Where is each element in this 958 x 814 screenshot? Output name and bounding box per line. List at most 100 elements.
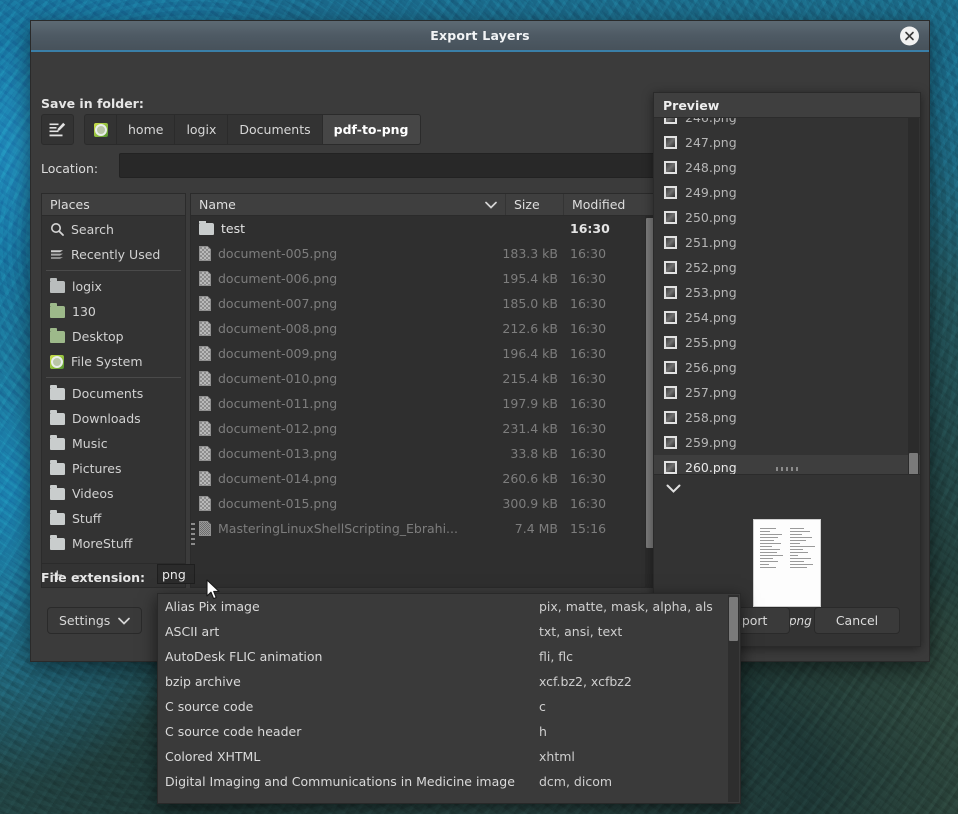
layer-checkbox[interactable] <box>664 386 677 399</box>
list-item[interactable]: 250.png <box>654 205 920 230</box>
file-extension-input[interactable] <box>157 564 195 584</box>
list-item[interactable]: 247.png <box>654 130 920 155</box>
table-row[interactable]: test16:30 <box>191 216 656 241</box>
preview-expander[interactable] <box>654 474 920 500</box>
sidebar-item-pictures[interactable]: Pictures <box>42 456 185 481</box>
sidebar-item-desktop[interactable]: Desktop <box>42 324 185 349</box>
table-row[interactable]: document-009.png196.4 kB16:30 <box>191 341 656 366</box>
folder-lgrey-icon <box>50 413 65 425</box>
dropdown-item[interactable]: Digital Imaging and Communications in Me… <box>158 769 740 794</box>
dropdown-item[interactable]: bzip archivexcf.bz2, xcfbz2 <box>158 669 740 694</box>
list-item[interactable]: 249.png <box>654 180 920 205</box>
cancel-button[interactable]: Cancel <box>814 607 900 634</box>
dropdown-item[interactable]: Colored XHTMLxhtml <box>158 744 740 769</box>
dropdown-item[interactable]: C source code headerh <box>158 719 740 744</box>
layer-checkbox[interactable] <box>664 211 677 224</box>
layer-checkbox[interactable] <box>664 361 677 374</box>
column-header-modified[interactable]: Modified <box>564 194 656 215</box>
breadcrumb-root-drive-icon[interactable] <box>84 114 117 145</box>
list-item[interactable]: 255.png <box>654 330 920 355</box>
table-row[interactable]: document-015.png300.9 kB16:30 <box>191 491 656 516</box>
table-row[interactable]: document-006.png195.4 kB16:30 <box>191 266 656 291</box>
list-item[interactable]: 252.png <box>654 255 920 280</box>
layer-checkbox[interactable] <box>664 286 677 299</box>
list-item[interactable]: 246.png <box>654 118 920 130</box>
table-row[interactable]: document-012.png231.4 kB16:30 <box>191 416 656 441</box>
layer-checkbox[interactable] <box>664 436 677 449</box>
layer-checkbox[interactable] <box>664 186 677 199</box>
dropdown-item-extensions: xhtml <box>539 749 740 764</box>
layers-scrollbar-thumb[interactable] <box>909 453 918 474</box>
type-filename-icon[interactable] <box>41 114 74 145</box>
list-item[interactable]: 259.png <box>654 430 920 455</box>
table-row[interactable]: document-011.png197.9 kB16:30 <box>191 391 656 416</box>
file-modified-cell: 16:30 <box>564 346 656 361</box>
list-item[interactable]: 256.png <box>654 355 920 380</box>
list-item[interactable]: 251.png <box>654 230 920 255</box>
sidebar-item-file-system[interactable]: File System <box>42 349 185 374</box>
layer-checkbox[interactable] <box>664 161 677 174</box>
places-list: Search Recently Used logix130DesktopFile S… <box>42 216 185 563</box>
layer-checkbox[interactable] <box>664 261 677 274</box>
layer-checkbox[interactable] <box>664 336 677 349</box>
list-item[interactable]: 253.png <box>654 280 920 305</box>
file-icon <box>199 321 211 336</box>
sidebar-item-search[interactable]: Search <box>42 217 185 242</box>
sidebar-item-downloads[interactable]: Downloads <box>42 406 185 431</box>
list-item[interactable]: 248.png <box>654 155 920 180</box>
dropdown-scrollbar-thumb[interactable] <box>729 597 738 641</box>
column-header-name[interactable]: Name <box>191 194 506 215</box>
file-icon <box>199 396 211 411</box>
file-name-cell: document-008.png <box>191 321 500 336</box>
layers-scrollbar[interactable] <box>908 118 919 474</box>
breadcrumb-pdf-to-png[interactable]: pdf-to-png <box>323 114 421 145</box>
close-icon[interactable] <box>900 26 919 45</box>
table-row[interactable]: document-014.png260.6 kB16:30 <box>191 466 656 491</box>
breadcrumb-logix[interactable]: logix <box>175 114 228 145</box>
settings-button[interactable]: Settings <box>47 607 142 634</box>
dropdown-item[interactable]: Alias Pix imagepix, matte, mask, alpha, … <box>158 594 740 619</box>
list-item[interactable]: 258.png <box>654 405 920 430</box>
table-row[interactable]: document-007.png185.0 kB16:30 <box>191 291 656 316</box>
file-size-cell: 300.9 kB <box>500 496 564 511</box>
location-input[interactable] <box>119 153 675 178</box>
layer-checkbox[interactable] <box>664 461 677 474</box>
sidebar-item-videos[interactable]: Videos <box>42 481 185 506</box>
sidebar-item-logix[interactable]: logix <box>42 274 185 299</box>
sidebar-item-stuff[interactable]: Stuff <box>42 506 185 531</box>
sidebar-item-label: Recently Used <box>71 247 160 262</box>
folder-green-icon <box>50 331 65 343</box>
file-extension-dropdown[interactable]: Alias Pix imagepix, matte, mask, alpha, … <box>157 593 741 804</box>
list-item[interactable]: 254.png <box>654 305 920 330</box>
file-modified-cell: 16:30 <box>564 246 656 261</box>
dropdown-item[interactable]: C source codec <box>158 694 740 719</box>
layer-label: 254.png <box>685 310 737 325</box>
breadcrumb-home[interactable]: home <box>117 114 175 145</box>
sidebar-item-130[interactable]: 130 <box>42 299 185 324</box>
layer-checkbox[interactable] <box>664 136 677 149</box>
sidebar-item-recently-used[interactable]: Recently Used <box>42 242 185 267</box>
sidebar-item-morestuff[interactable]: MoreStuff <box>42 531 185 556</box>
pane-resize-grip[interactable] <box>191 523 195 545</box>
table-row[interactable]: MasteringLinuxShellScripting_Ebrahi...7.… <box>191 516 656 541</box>
layer-checkbox[interactable] <box>664 236 677 249</box>
layer-label: 250.png <box>685 210 737 225</box>
sidebar-item-music[interactable]: Music <box>42 431 185 456</box>
list-item[interactable]: 257.png <box>654 380 920 405</box>
layer-checkbox[interactable] <box>664 118 677 124</box>
breadcrumb-documents[interactable]: Documents <box>228 114 322 145</box>
layer-checkbox[interactable] <box>664 411 677 424</box>
column-header-size[interactable]: Size <box>506 194 564 215</box>
dropdown-item[interactable]: AutoDesk FLIC animationfli, flc <box>158 644 740 669</box>
table-row[interactable]: document-008.png212.6 kB16:30 <box>191 316 656 341</box>
list-item[interactable]: 260.png <box>654 455 920 474</box>
table-row[interactable]: document-013.png33.8 kB16:30 <box>191 441 656 466</box>
layer-checkbox[interactable] <box>664 311 677 324</box>
dropdown-item[interactable]: ASCII arttxt, ansi, text <box>158 619 740 644</box>
table-row[interactable]: document-005.png183.3 kB16:30 <box>191 241 656 266</box>
layers-resize-grip[interactable] <box>776 467 798 471</box>
table-row[interactable]: document-010.png215.4 kB16:30 <box>191 366 656 391</box>
dropdown-item-extensions: pix, matte, mask, alpha, als <box>539 599 740 614</box>
sidebar-item-documents[interactable]: Documents <box>42 381 185 406</box>
dropdown-scrollbar[interactable] <box>728 595 739 802</box>
